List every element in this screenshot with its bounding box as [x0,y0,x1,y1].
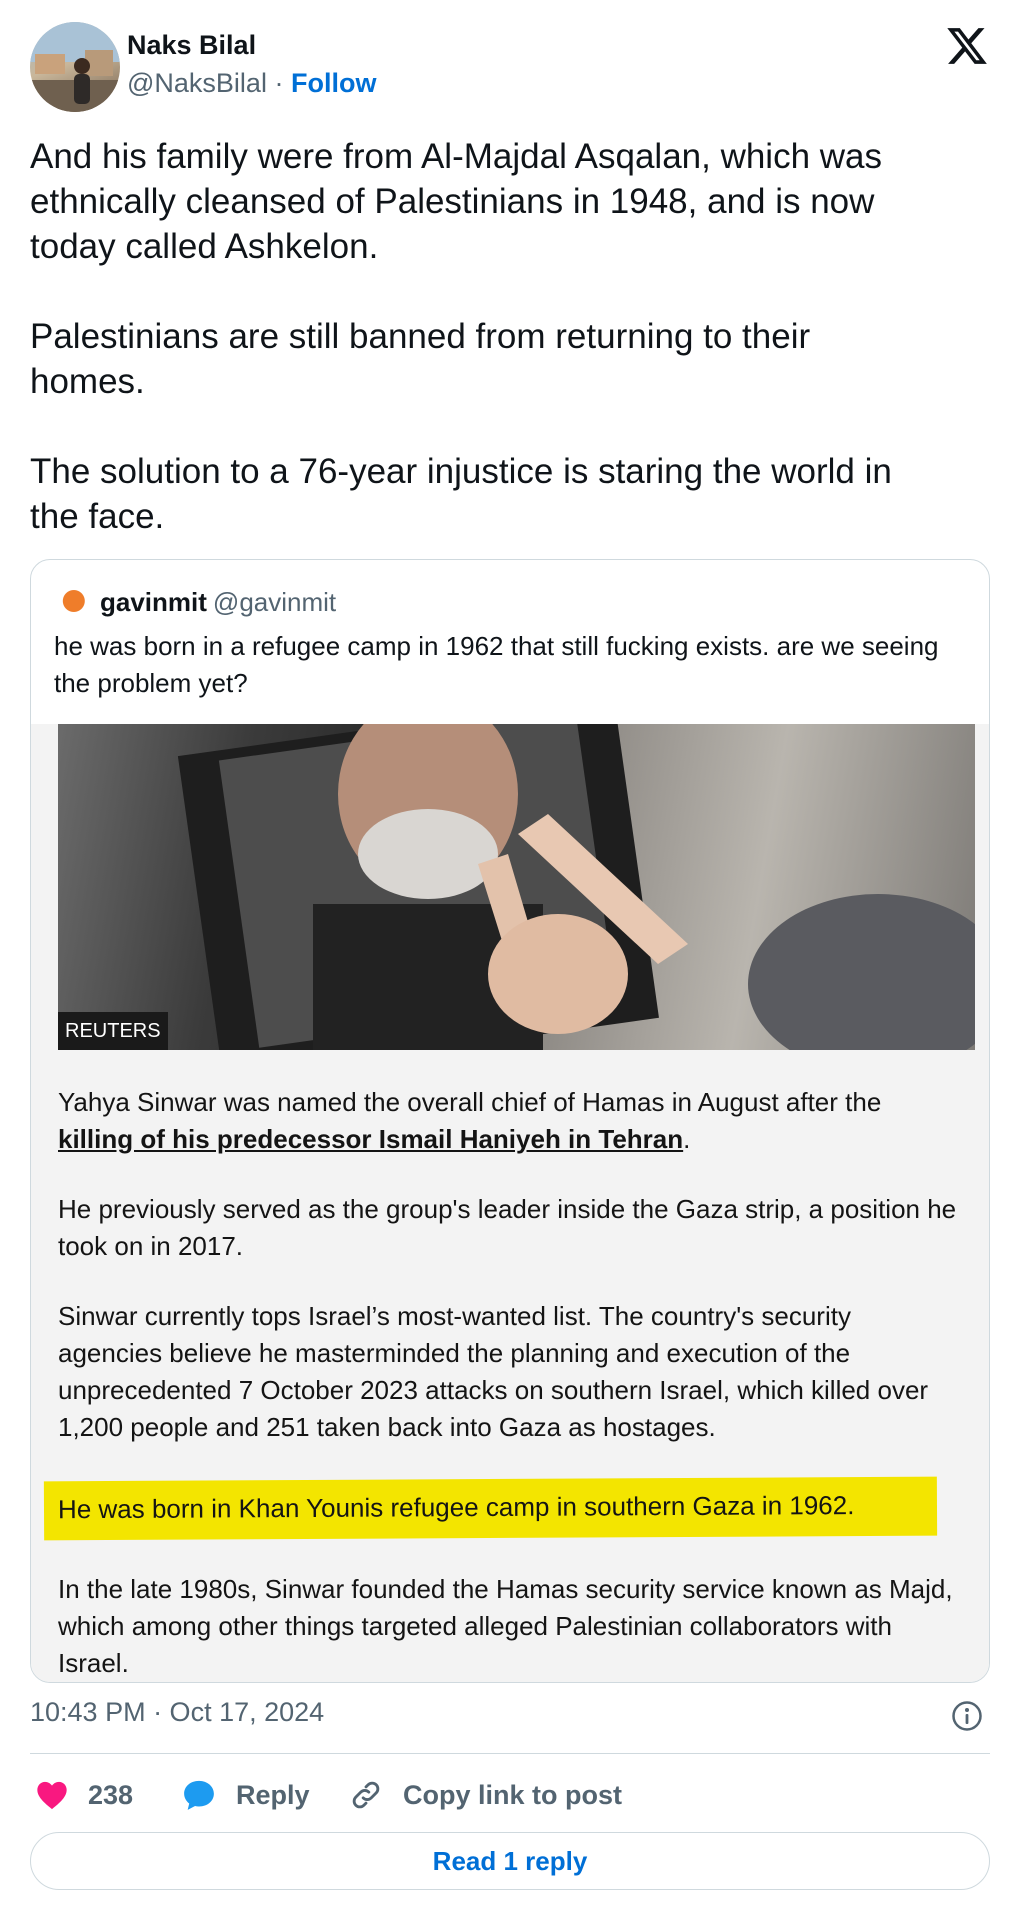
reply-label: Reply [236,1779,310,1810]
tweet-text: And his family were from Al-Majdal Asqal… [30,137,892,536]
like-count: 238 [88,1779,134,1810]
article-photo: REUTERS [58,724,975,1050]
quoted-author-handle: @gavinmit [212,587,337,617]
reply-button[interactable]: Reply [182,1774,310,1816]
quoted-author-avatar [54,583,90,619]
copy-link-label: Copy link to post [403,1779,622,1810]
quoted-author-name: gavinmit [100,587,207,617]
photo-credit: REUTERS [58,1012,168,1050]
author-name[interactable]: Naks Bilal [127,30,256,61]
link-icon [352,1781,380,1809]
info-icon[interactable] [951,1700,983,1732]
like-button[interactable]: 238 [36,1774,133,1816]
read-replies-button[interactable]: Read 1 reply [30,1832,990,1890]
quoted-tweet-text: he was born in a refugee camp in 1962 th… [54,631,939,698]
article-paragraph: Yahya Sinwar was named the overall chief… [58,1084,958,1158]
article-text: . [683,1124,691,1154]
author-handle[interactable]: @NaksBilal [127,68,267,98]
highlighted-paragraph: He was born in Khan Younis refugee camp … [43,1476,938,1541]
divider [30,1753,990,1754]
separator-dot: · [274,68,284,98]
follow-button[interactable]: Follow [291,68,376,98]
author-meta: @NaksBilal · Follow [127,68,376,99]
article-paragraph: In the late 1980s, Sinwar founded the Ha… [58,1574,953,1678]
article-excerpt: Yahya Sinwar was named the overall chief… [43,1084,958,1682]
author-avatar[interactable] [30,22,120,112]
copy-link-button[interactable]: Copy link to post [349,1774,622,1816]
article-paragraph: Sinwar currently tops Israel’s most-want… [58,1301,929,1442]
quoted-author: gavinmit @gavinmit [100,587,336,618]
article-paragraph: He previously served as the group's lead… [58,1194,957,1261]
heart-icon [37,1781,67,1810]
quoted-media[interactable]: REUTERS Yahya Sinwar was named the overa… [31,724,989,1682]
quoted-tweet[interactable]: gavinmit @gavinmit he was born in a refug… [30,559,990,1683]
reply-bubble-icon [184,1780,214,1810]
x-logo-icon[interactable] [945,24,989,68]
article-link: killing of his predecessor Ismail Haniye… [58,1124,684,1154]
timestamp[interactable]: 10:43 PM · Oct 17, 2024 [30,1697,324,1728]
article-text: Yahya Sinwar was named the overall chief… [58,1087,882,1117]
read-replies-label: Read 1 reply [432,1845,588,1876]
